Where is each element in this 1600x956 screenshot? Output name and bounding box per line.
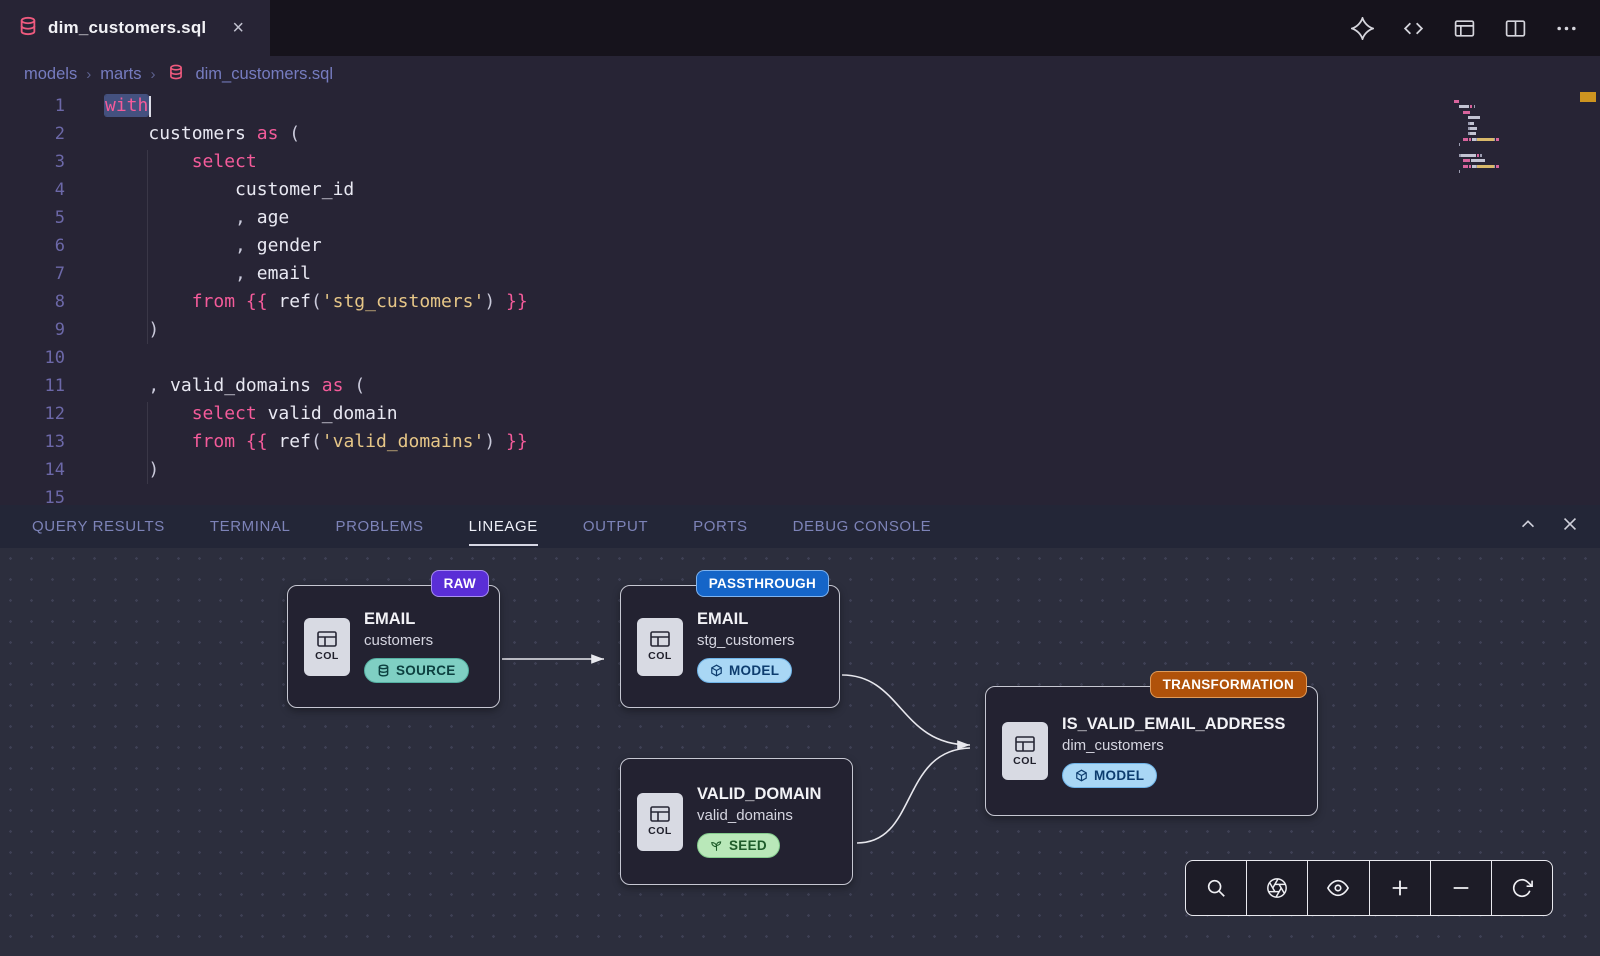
code-line[interactable]: 5 , age: [0, 204, 1600, 232]
panel-tab-bar: QUERY RESULTS TERMINAL PROBLEMS LINEAGE …: [0, 505, 1600, 548]
minimap[interactable]: [1454, 100, 1542, 181]
aperture-icon[interactable]: [1246, 861, 1307, 915]
lineage-node-email-stg-customers[interactable]: PASSTHROUGH COL EMAIL stg_customers MODE…: [620, 585, 840, 708]
code-line[interactable]: 10: [0, 344, 1600, 372]
breadcrumb-marts[interactable]: marts: [100, 65, 141, 84]
close-tab-icon[interactable]: ×: [232, 18, 244, 38]
col-label: COL: [648, 650, 672, 662]
tab-bar-spacer: [270, 0, 1351, 56]
lineage-node-valid-domain[interactable]: COL VALID_DOMAIN valid_domains SEED: [620, 758, 853, 885]
table-icon: [317, 631, 337, 647]
column-chip: COL: [637, 618, 683, 676]
tab-lineage[interactable]: LINEAGE: [469, 508, 538, 546]
report-icon[interactable]: [1453, 17, 1476, 40]
table-icon: [650, 806, 670, 822]
table-icon: [650, 631, 670, 647]
code-line[interactable]: 13 from {{ ref('valid_domains') }}: [0, 428, 1600, 456]
node-title: EMAIL: [364, 610, 415, 629]
code-line[interactable]: 2 customers as (: [0, 120, 1600, 148]
collapse-panel-icon[interactable]: [1518, 514, 1538, 539]
column-chip: COL: [637, 793, 683, 851]
indent-guide: [147, 150, 148, 344]
zoom-in-icon[interactable]: [1369, 861, 1430, 915]
code-line[interactable]: 3 select: [0, 148, 1600, 176]
database-icon: [18, 16, 38, 41]
database-icon: [377, 664, 390, 677]
tab-title: dim_customers.sql: [48, 18, 206, 38]
raw-tag: RAW: [431, 570, 489, 597]
panel-actions: [1518, 505, 1580, 548]
code-line[interactable]: 11 , valid_domains as (: [0, 372, 1600, 400]
breadcrumb: models › marts › dim_customers.sql: [0, 56, 1600, 92]
col-label: COL: [315, 650, 339, 662]
code-editor[interactable]: 1with2 customers as (3 select4 customer_…: [0, 92, 1600, 505]
tab-ports[interactable]: PORTS: [693, 508, 747, 546]
sprout-icon: [710, 839, 723, 852]
node-subtitle: stg_customers: [697, 632, 795, 649]
code-line[interactable]: 8 from {{ ref('stg_customers') }}: [0, 288, 1600, 316]
breadcrumb-models[interactable]: models: [24, 65, 77, 84]
node-title: EMAIL: [697, 610, 748, 629]
code-line[interactable]: 1with: [0, 92, 1600, 120]
indent-guide: [147, 402, 148, 484]
table-icon: [1015, 736, 1035, 752]
code-icon[interactable]: [1402, 17, 1425, 40]
model-badge: MODEL: [1062, 763, 1157, 788]
code-line[interactable]: 4 customer_id: [0, 176, 1600, 204]
column-chip: COL: [1002, 722, 1048, 780]
code-line[interactable]: 9 ): [0, 316, 1600, 344]
cube-icon: [710, 664, 723, 677]
tab-terminal[interactable]: TERMINAL: [210, 508, 291, 546]
col-label: COL: [1013, 755, 1037, 767]
code-lines: 1with2 customers as (3 select4 customer_…: [0, 92, 1600, 505]
passthrough-tag: PASSTHROUGH: [696, 570, 829, 597]
seed-badge: SEED: [697, 833, 780, 858]
eye-icon[interactable]: [1307, 861, 1368, 915]
code-line[interactable]: 12 select valid_domain: [0, 400, 1600, 428]
tab-debug-console[interactable]: DEBUG CONSOLE: [793, 508, 932, 546]
refresh-icon[interactable]: [1491, 861, 1552, 915]
tab-problems[interactable]: PROBLEMS: [336, 508, 424, 546]
close-panel-icon[interactable]: [1560, 514, 1580, 539]
breadcrumb-separator: ›: [150, 66, 155, 83]
lineage-canvas[interactable]: RAW COL EMAIL customers SOURCE PASSTHROU…: [0, 548, 1600, 956]
tab-output[interactable]: OUTPUT: [583, 508, 648, 546]
lineage-node-is-valid-email-address[interactable]: TRANSFORMATION COL IS_VALID_EMAIL_ADDRES…: [985, 686, 1318, 816]
node-subtitle: customers: [364, 632, 433, 649]
code-line[interactable]: 7 , email: [0, 260, 1600, 288]
zoom-out-icon[interactable]: [1430, 861, 1491, 915]
lineage-toolbar: [1185, 860, 1553, 916]
code-line[interactable]: 14 ): [0, 456, 1600, 484]
search-icon[interactable]: [1186, 861, 1246, 915]
node-subtitle: dim_customers: [1062, 737, 1164, 754]
editor-tab-dim-customers[interactable]: dim_customers.sql ×: [0, 0, 270, 56]
code-line[interactable]: 6 , gender: [0, 232, 1600, 260]
lineage-node-email-customers[interactable]: RAW COL EMAIL customers SOURCE: [287, 585, 500, 708]
node-subtitle: valid_domains: [697, 807, 793, 824]
more-actions-icon[interactable]: [1555, 17, 1578, 40]
cube-icon: [1075, 769, 1088, 782]
database-icon: [168, 64, 184, 85]
split-editor-icon[interactable]: [1504, 17, 1527, 40]
code-line[interactable]: 15: [0, 484, 1600, 505]
column-chip: COL: [304, 618, 350, 676]
col-label: COL: [648, 825, 672, 837]
source-badge: SOURCE: [364, 658, 469, 683]
transformation-tag: TRANSFORMATION: [1150, 671, 1307, 698]
editor-tab-bar: dim_customers.sql ×: [0, 0, 1600, 56]
editor-actions: [1351, 0, 1600, 56]
node-title: VALID_DOMAIN: [697, 785, 821, 804]
breadcrumb-file[interactable]: dim_customers.sql: [195, 65, 333, 84]
breadcrumb-separator: ›: [86, 66, 91, 83]
model-badge: MODEL: [697, 658, 792, 683]
node-title: IS_VALID_EMAIL_ADDRESS: [1062, 715, 1285, 734]
tab-query-results[interactable]: QUERY RESULTS: [32, 508, 165, 546]
overview-ruler-marker: [1580, 92, 1596, 102]
dbt-extension-icon[interactable]: [1351, 17, 1374, 40]
